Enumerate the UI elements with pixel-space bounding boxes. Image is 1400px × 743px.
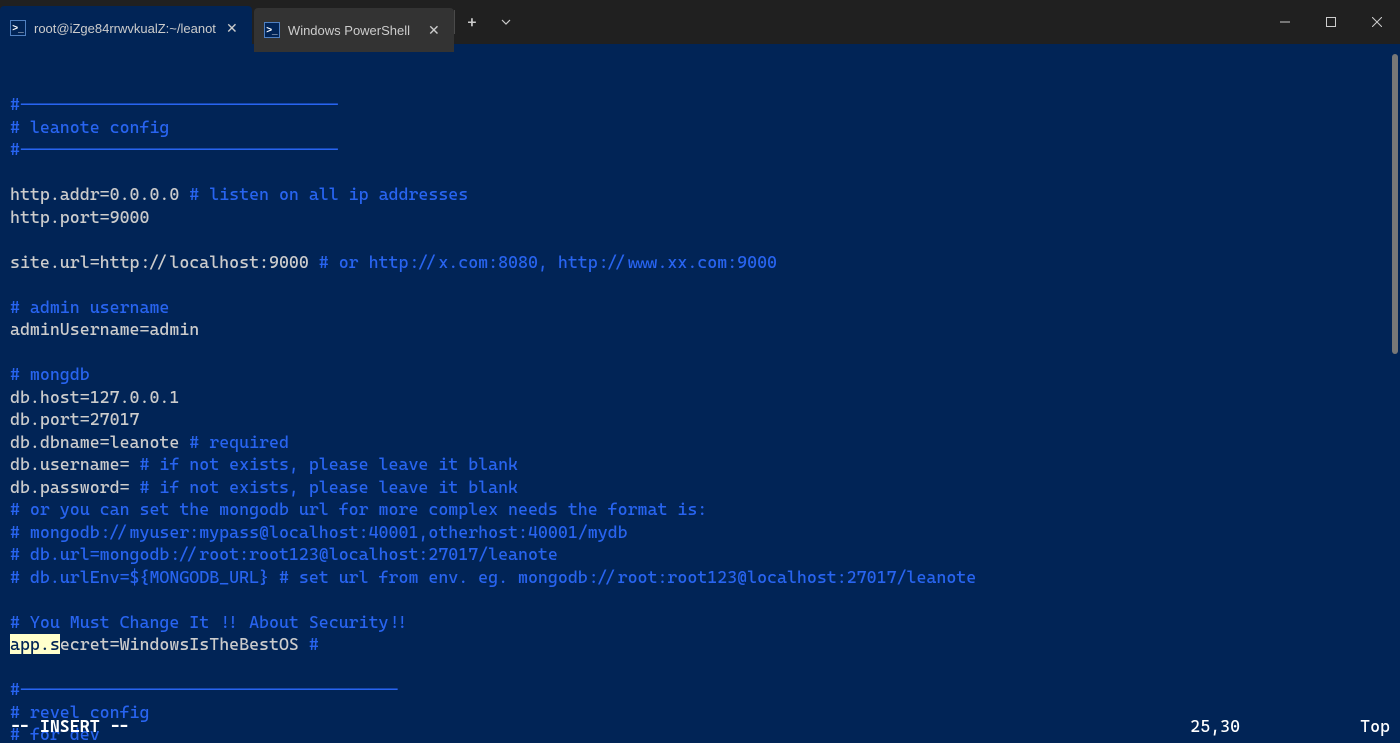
editor-line: db.username= # if not exists, please lea… — [10, 453, 1390, 476]
editor-text-segment: # or you can set the mongodb url for mor… — [10, 499, 707, 519]
editor-text-segment: # listen on all ip addresses — [179, 184, 468, 204]
editor-line — [10, 228, 1390, 251]
tab-title: Windows PowerShell — [288, 23, 418, 38]
editor-line: app.secret=WindowsIsTheBestOS # — [10, 633, 1390, 656]
vim-status-line: -- INSERT -- 25,30 Top — [10, 715, 1390, 738]
editor-text-segment: # leanote config — [10, 117, 169, 137]
editor-line: # mongdb — [10, 363, 1390, 386]
editor-text-segment: # db.url=mongodb://root:root123@localhos… — [10, 544, 558, 564]
powershell-icon: >_ — [264, 22, 280, 38]
editor-text-segment: # mongodb://myuser:mypass@localhost:4000… — [10, 522, 628, 542]
editor-line: #-------------------------------- — [10, 138, 1390, 161]
editor-text-segment — [10, 162, 20, 182]
vim-mode: -- INSERT -- — [10, 715, 130, 738]
editor-line: #-------------------------------- — [10, 93, 1390, 116]
vim-cursor-position: 25,30 — [1190, 715, 1240, 738]
titlebar-spacer[interactable] — [523, 0, 1262, 44]
editor-line: # leanote config — [10, 116, 1390, 139]
maximize-button[interactable] — [1308, 0, 1354, 44]
editor-text-segment: site.url=http://localhost:9000 — [10, 252, 309, 272]
tab-close-button[interactable]: ✕ — [426, 22, 442, 38]
editor-text-segment: #-------------------------------------- — [10, 679, 398, 699]
tab-dropdown-button[interactable] — [489, 0, 523, 44]
editor-line — [10, 588, 1390, 611]
editor-text-segment: #-------------------------------- — [10, 139, 339, 159]
new-tab-button[interactable]: + — [455, 0, 489, 44]
editor-line — [10, 656, 1390, 679]
editor-line: # mongodb://myuser:mypass@localhost:4000… — [10, 521, 1390, 544]
editor-text-segment: db.username= — [10, 454, 130, 474]
editor-text-segment: db.dbname=leanote — [10, 432, 179, 452]
editor-text-segment: adminUsername=admin — [10, 319, 199, 339]
editor-text-segment — [10, 589, 20, 609]
tab-close-button[interactable]: ✕ — [224, 20, 240, 36]
editor-text-segment — [10, 274, 20, 294]
editor-line: #-------------------------------------- — [10, 678, 1390, 701]
editor-text-segment: app.s — [10, 634, 60, 654]
maximize-icon — [1326, 17, 1336, 27]
window-controls — [1262, 0, 1400, 44]
titlebar: >_ root@iZge84rrwvkualZ:~/leanot ✕ >_ Wi… — [0, 0, 1400, 44]
editor-text-segment: # or http://x.com:8080, http://www.xx.co… — [309, 252, 777, 272]
tabs-container: >_ root@iZge84rrwvkualZ:~/leanot ✕ >_ Wi… — [0, 0, 454, 44]
editor-text-segment: #-------------------------------- — [10, 94, 339, 114]
editor-text-segment: http.addr=0.0.0.0 — [10, 184, 179, 204]
plus-icon: + — [467, 13, 476, 32]
editor-line: adminUsername=admin — [10, 318, 1390, 341]
editor-text-segment: # admin username — [10, 297, 169, 317]
close-icon — [1372, 17, 1382, 27]
editor-line: # db.urlEnv=${MONGODB_URL} # set url fro… — [10, 566, 1390, 589]
editor-text-segment — [10, 342, 20, 362]
editor-line — [10, 341, 1390, 364]
minimize-icon — [1280, 17, 1290, 27]
editor-text-segment: # if not exists, please leave it blank — [130, 454, 518, 474]
chevron-down-icon — [500, 16, 512, 28]
editor-line: db.password= # if not exists, please lea… — [10, 476, 1390, 499]
editor-line — [10, 161, 1390, 184]
editor-line: db.port=27017 — [10, 408, 1390, 431]
editor-text-segment: # — [299, 634, 319, 654]
editor-text-segment: # if not exists, please leave it blank — [130, 477, 518, 497]
editor-text-segment: db.host=127.0.0.1 — [10, 387, 179, 407]
editor-line: db.dbname=leanote # required — [10, 431, 1390, 454]
editor-line: # You Must Change It !! About Security!! — [10, 611, 1390, 634]
editor-text-segment: # db.urlEnv=${MONGODB_URL} # set url fro… — [10, 567, 976, 587]
editor-text-segment: # required — [179, 432, 289, 452]
editor-line: db.host=127.0.0.1 — [10, 386, 1390, 409]
editor-text-segment — [10, 229, 20, 249]
terminal-content[interactable]: #--------------------------------# leano… — [0, 44, 1400, 743]
editor-line: http.port=9000 — [10, 206, 1390, 229]
editor-line — [10, 273, 1390, 296]
minimize-button[interactable] — [1262, 0, 1308, 44]
powershell-icon: >_ — [10, 20, 26, 36]
editor-line: # admin username — [10, 296, 1390, 319]
editor-line: site.url=http://localhost:9000 # or http… — [10, 251, 1390, 274]
editor-text-segment: db.password= — [10, 477, 130, 497]
editor-line: http.addr=0.0.0.0 # listen on all ip add… — [10, 183, 1390, 206]
editor-text-segment — [10, 657, 20, 677]
scrollbar-thumb[interactable] — [1392, 54, 1398, 354]
editor-line: # db.url=mongodb://root:root123@localhos… — [10, 543, 1390, 566]
editor-text-segment: ecret=WindowsIsTheBestOS — [60, 634, 299, 654]
editor-text-segment: http.port=9000 — [10, 207, 149, 227]
editor-text-segment: # mongdb — [10, 364, 90, 384]
tab-title: root@iZge84rrwvkualZ:~/leanot — [34, 21, 216, 36]
editor-text-segment: db.port=27017 — [10, 409, 140, 429]
editor-text-segment: # You Must Change It !! About Security!! — [10, 612, 408, 632]
close-window-button[interactable] — [1354, 0, 1400, 44]
scrollbar-track[interactable] — [1386, 44, 1400, 743]
editor-line: # or you can set the mongodb url for mor… — [10, 498, 1390, 521]
